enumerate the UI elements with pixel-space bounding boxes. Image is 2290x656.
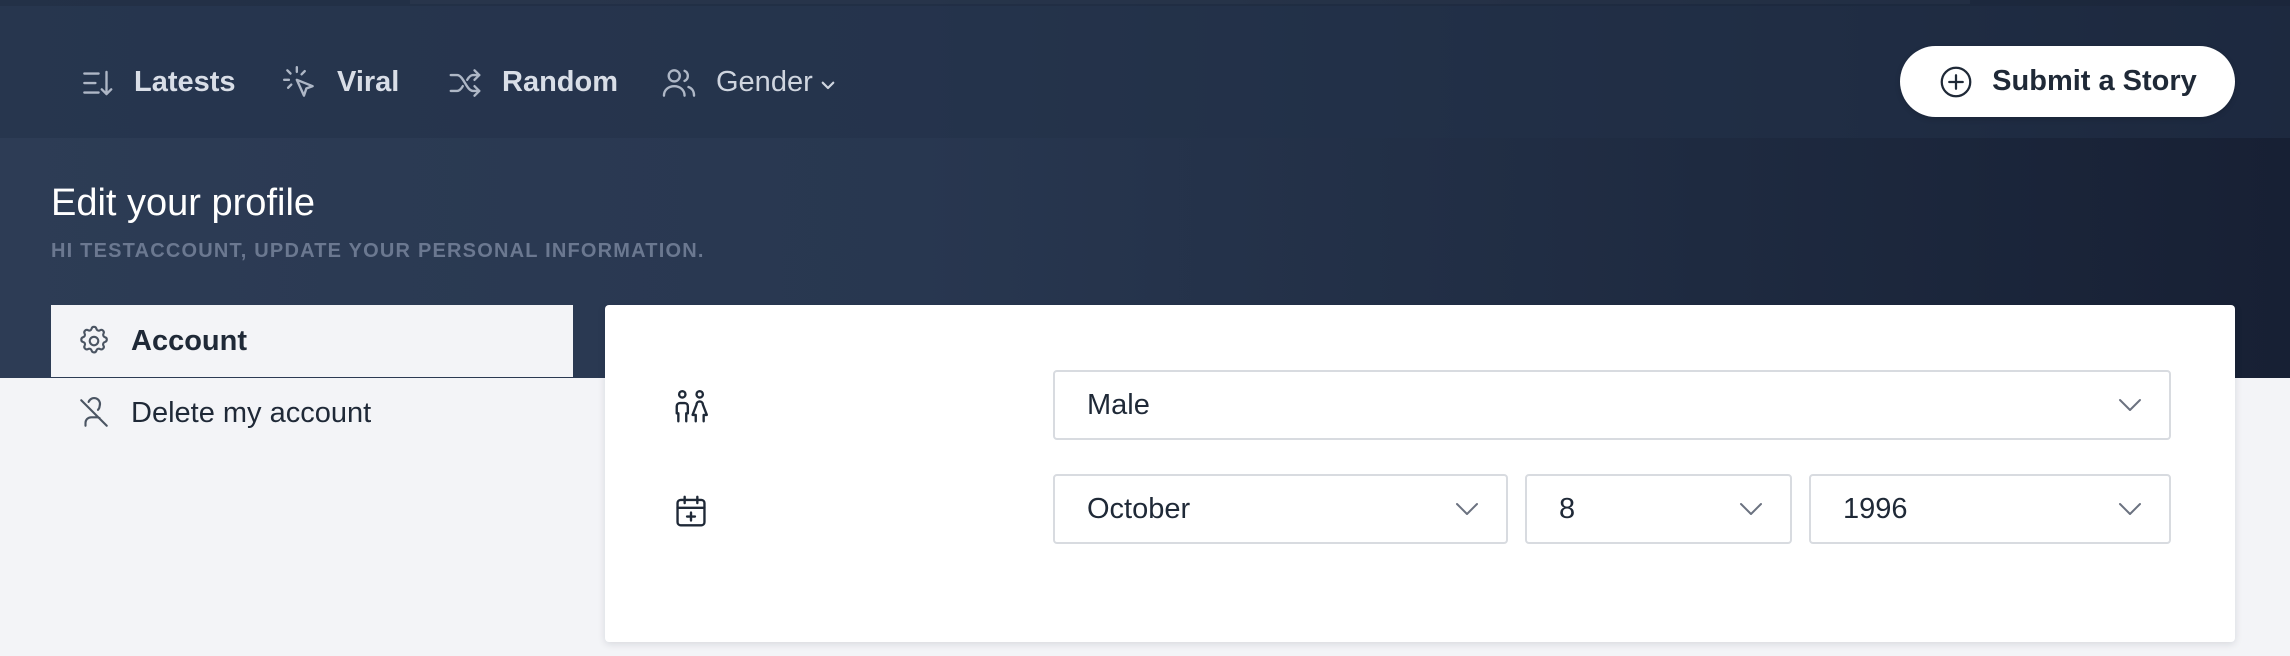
settings-sidebar: Account Delete my account — [51, 305, 573, 449]
birth-day-value: 8 — [1559, 492, 1576, 525]
nav-latests-label: Latests — [134, 66, 236, 98]
calendar-plus-icon — [676, 495, 706, 527]
navbar: Latests Viral Random Gender Submit a Sto — [0, 0, 2290, 138]
birth-year-select[interactable]: 1996 — [1809, 474, 2171, 544]
cursor-click-icon — [282, 65, 314, 97]
birth-month-select[interactable]: October — [1053, 474, 1508, 544]
nav-viral[interactable]: Viral — [281, 55, 399, 110]
submit-story-label: Submit a Story — [1992, 65, 2197, 97]
chevron-down-icon — [1740, 503, 1762, 515]
page-title: Edit your profile — [51, 182, 316, 224]
chevron-down-icon — [821, 81, 835, 89]
sidebar-item-account-label: Account — [131, 324, 247, 357]
nav-latests[interactable]: Latests — [78, 55, 236, 110]
sort-descending-icon — [83, 70, 113, 95]
chevron-down-icon — [1456, 503, 1478, 515]
gender-select[interactable]: Male — [1053, 370, 2171, 440]
nav-gender-label: Gender — [716, 66, 813, 98]
sidebar-item-delete-account[interactable]: Delete my account — [51, 377, 573, 449]
plus-circle-icon — [1940, 66, 1972, 97]
birth-year-value: 1996 — [1843, 492, 1908, 525]
chevron-down-icon — [2119, 399, 2141, 411]
birth-day-select[interactable]: 8 — [1525, 474, 1792, 544]
couple-icon — [675, 389, 709, 423]
chevron-down-icon — [2119, 503, 2141, 515]
profile-form-card: Male October 8 1996 — [605, 305, 2235, 642]
sidebar-item-delete-label: Delete my account — [131, 396, 372, 429]
gender-select-value: Male — [1087, 388, 1150, 421]
shuffle-icon — [449, 68, 481, 97]
nav-random-label: Random — [502, 66, 618, 98]
nav-gender-dropdown[interactable]: Gender — [660, 55, 837, 110]
submit-story-button[interactable]: Submit a Story — [1900, 46, 2235, 117]
sidebar-item-account[interactable]: Account — [51, 305, 573, 377]
gear-icon — [80, 325, 108, 354]
user-off-icon — [80, 397, 108, 427]
users-icon — [662, 68, 696, 97]
nav-random[interactable]: Random — [446, 55, 618, 110]
birth-month-value: October — [1087, 492, 1191, 525]
nav-viral-label: Viral — [337, 66, 400, 98]
page-subtitle: HI TESTACCOUNT, UPDATE YOUR PERSONAL INF… — [51, 240, 705, 262]
